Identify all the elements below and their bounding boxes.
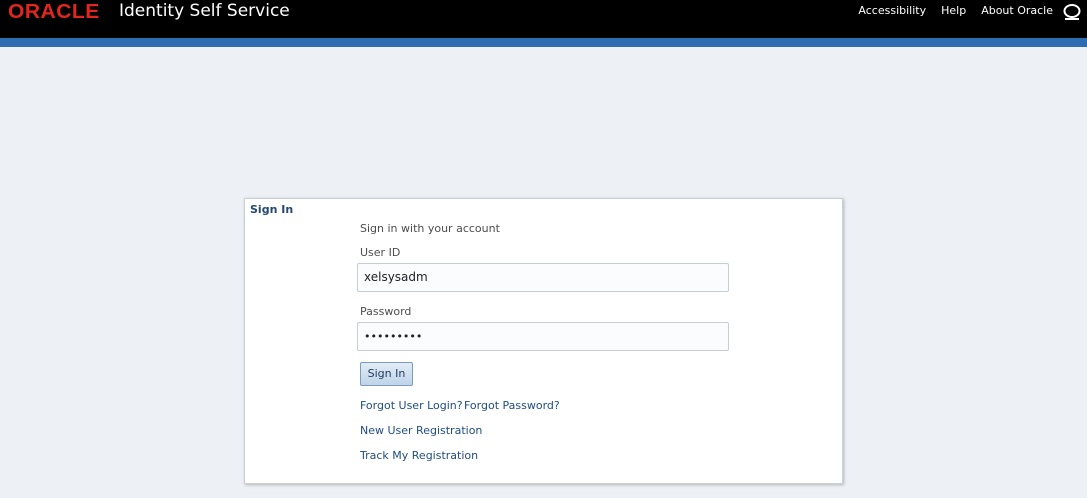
about-oracle-link[interactable]: About Oracle	[981, 4, 1053, 17]
userid-label: User ID	[360, 246, 401, 259]
password-input[interactable]: •••••••••	[357, 322, 729, 351]
forgot-password-link[interactable]: Forgot Password?	[464, 399, 560, 412]
panel-title: Sign In	[250, 203, 294, 216]
help-link[interactable]: Help	[941, 4, 966, 17]
oracle-o-icon	[1063, 4, 1081, 20]
userid-input[interactable]: xelsysadm	[357, 263, 729, 292]
signin-panel: Sign In Sign in with your account User I…	[244, 198, 843, 484]
header-strip	[0, 38, 1087, 47]
forgot-user-login-link[interactable]: Forgot User Login?	[360, 399, 463, 412]
oracle-logo: ORACLE	[8, 1, 100, 23]
signin-caption: Sign in with your account	[360, 222, 500, 235]
track-registration-link[interactable]: Track My Registration	[360, 449, 478, 462]
app-title: Identity Self Service	[119, 1, 290, 21]
top-bar: ORACLE Identity Self Service Accessibili…	[0, 0, 1087, 38]
global-links: Accessibility Help About Oracle	[858, 4, 1053, 17]
signin-button[interactable]: Sign In	[360, 362, 413, 386]
new-user-registration-link[interactable]: New User Registration	[360, 424, 482, 437]
accessibility-link[interactable]: Accessibility	[858, 4, 926, 17]
password-label: Password	[360, 305, 412, 318]
